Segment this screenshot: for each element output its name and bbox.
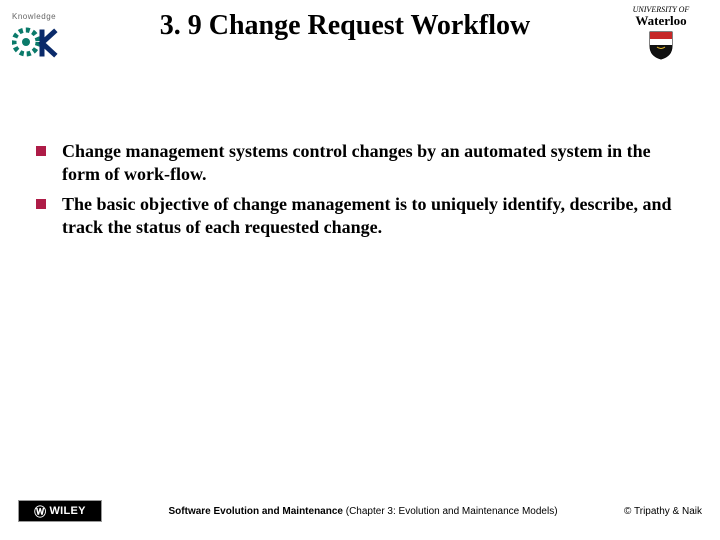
footer-chapter: (Chapter 3: Evolution and Maintenance Mo… bbox=[343, 506, 558, 517]
university-logo: UNIVERSITY OF Waterloo bbox=[616, 6, 706, 60]
footer-title-bold: Software Evolution and Maintenance bbox=[169, 506, 343, 517]
slide-footer: Ⓦ WILEY Software Evolution and Maintenan… bbox=[0, 500, 720, 522]
wiley-w-icon: Ⓦ bbox=[34, 503, 46, 520]
list-item: The basic objective of change management… bbox=[36, 193, 692, 240]
wiley-logo: Ⓦ WILEY bbox=[18, 500, 102, 522]
wiley-text: WILEY bbox=[49, 505, 85, 517]
slide-header: Knowledge UNIVERSITY OF Waterloo 3. 9 Ch… bbox=[0, 0, 720, 70]
knowledge-logo: Knowledge bbox=[12, 6, 68, 54]
footer-copyright: © Tripathy & Naik bbox=[624, 506, 702, 517]
square-bullet-icon bbox=[36, 199, 46, 209]
square-bullet-icon bbox=[36, 146, 46, 156]
slide-content: Change management systems control change… bbox=[0, 70, 720, 240]
bullet-text: Change management systems control change… bbox=[62, 140, 692, 187]
bullet-text: The basic objective of change management… bbox=[62, 193, 692, 240]
gear-k-icon bbox=[12, 24, 62, 60]
slide-title: 3. 9 Change Request Workflow bbox=[70, 10, 620, 42]
shield-icon bbox=[648, 30, 674, 60]
list-item: Change management systems control change… bbox=[36, 140, 692, 187]
waterloo-label: Waterloo bbox=[616, 14, 706, 28]
knowledge-label: Knowledge bbox=[12, 12, 56, 21]
footer-center-text: Software Evolution and Maintenance (Chap… bbox=[102, 506, 624, 517]
